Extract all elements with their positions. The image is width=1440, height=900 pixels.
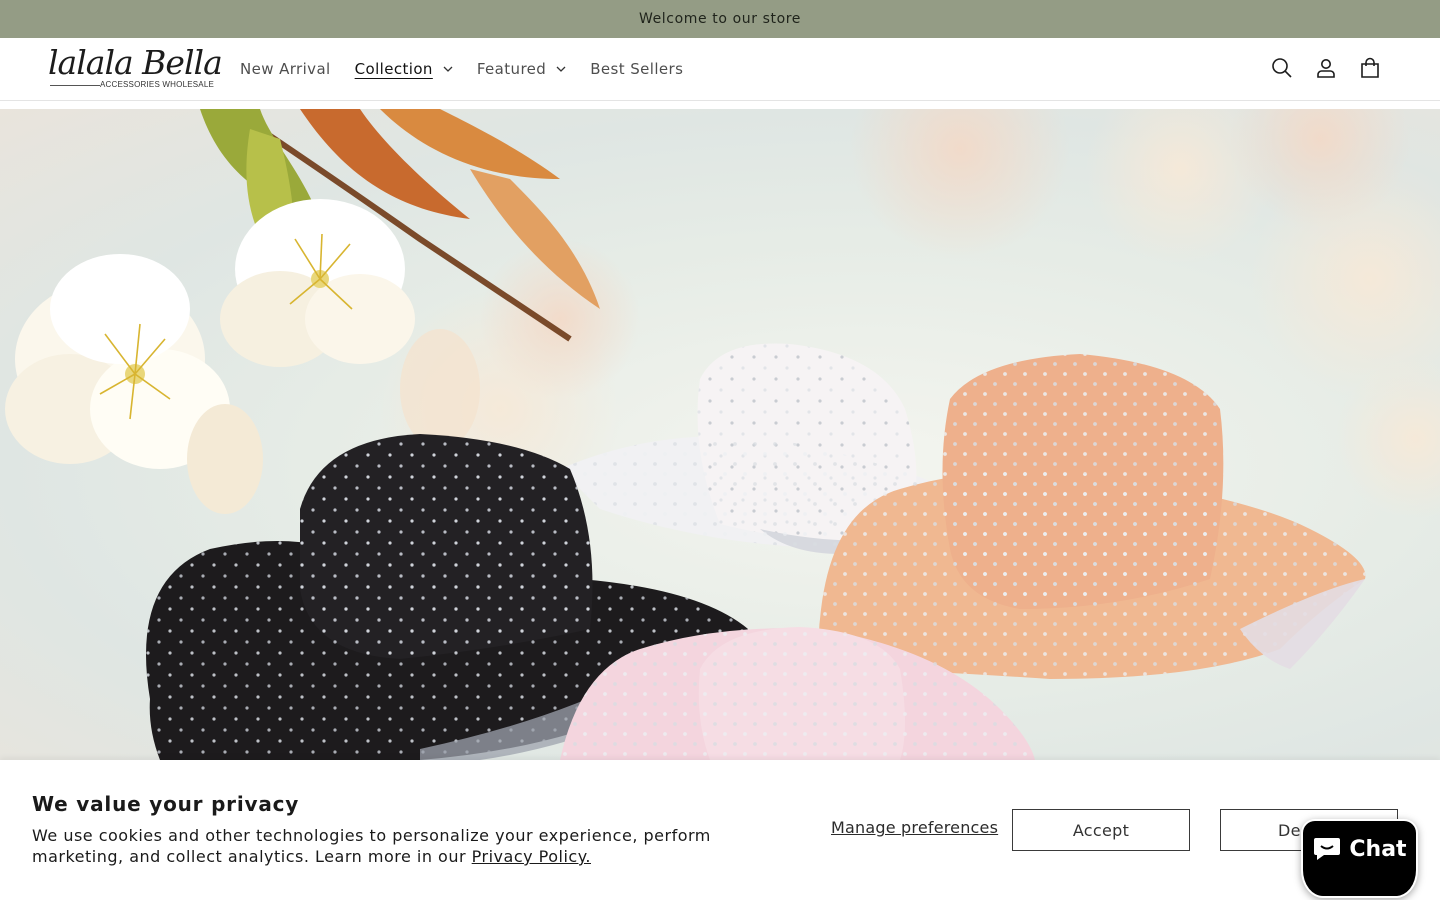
logo-divider (50, 85, 100, 86)
manage-preferences-link[interactable]: Manage preferences (831, 818, 998, 837)
chat-inner: Chat (1312, 835, 1407, 863)
nav-item-label: Collection (354, 60, 433, 78)
announcement-bar: Welcome to our store (0, 0, 1440, 38)
nav-item-label: New Arrival (240, 60, 331, 78)
header-icons (1260, 46, 1392, 90)
nav-item-new-arrival[interactable]: New Arrival (228, 38, 343, 100)
accept-button[interactable]: Accept (1012, 809, 1190, 851)
hero-image (5, 109, 1440, 760)
nav-item-best-sellers[interactable]: Best Sellers (578, 38, 695, 100)
site-header: lalala Bella ACCESSORIES WHOLESALE New A… (0, 38, 1440, 101)
nav-item-label: Featured (476, 60, 547, 78)
chevron-down-icon (556, 66, 566, 72)
main-nav: New Arrival Collection Featured Best Sel… (228, 38, 695, 100)
nav-item-featured[interactable]: Featured (465, 38, 578, 100)
logo-subtitle: ACCESSORIES WHOLESALE (100, 80, 215, 89)
chat-bubble-icon (1314, 838, 1341, 860)
chevron-down-icon (443, 66, 453, 72)
cookie-body-text: We use cookies and other technologies to… (32, 826, 711, 866)
hero-banner[interactable] (0, 109, 1440, 760)
cart-button[interactable] (1348, 46, 1392, 90)
cookie-body: We use cookies and other technologies to… (32, 825, 762, 867)
cart-icon (1361, 57, 1379, 78)
nav-item-collection[interactable]: Collection (343, 38, 465, 100)
store-logo[interactable]: lalala Bella ACCESSORIES WHOLESALE (48, 43, 223, 91)
nav-item-label: Best Sellers (590, 60, 684, 78)
privacy-policy-link[interactable]: Privacy Policy. (472, 847, 591, 866)
search-icon (1272, 58, 1292, 78)
cookie-banner: We value your privacy We use cookies and… (0, 760, 1440, 900)
cookie-title: We value your privacy (32, 792, 300, 816)
announcement-text: Welcome to our store (638, 11, 802, 27)
chat-button[interactable]: Chat (1301, 819, 1418, 898)
logo-script-text: lalala Bella (48, 43, 223, 82)
account-button[interactable] (1304, 46, 1348, 90)
chat-label: Chat (1349, 836, 1407, 862)
account-icon (1317, 59, 1335, 78)
search-button[interactable] (1260, 46, 1304, 90)
